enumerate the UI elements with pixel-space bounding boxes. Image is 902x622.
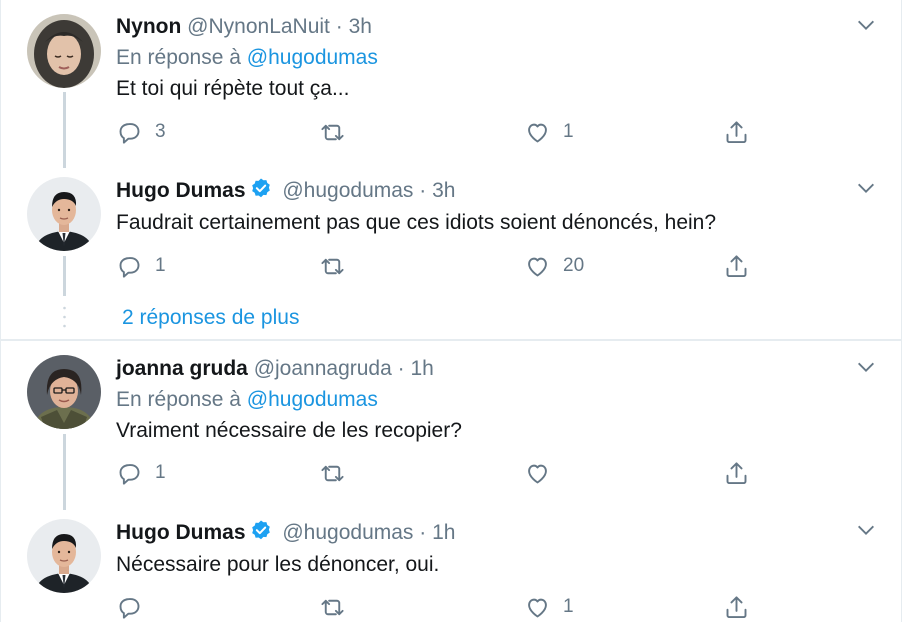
retweet-button[interactable]: [319, 458, 358, 488]
reply-count: 1: [155, 462, 166, 483]
avatar[interactable]: [27, 177, 101, 251]
retweet-button[interactable]: [319, 251, 358, 281]
like-button[interactable]: 20: [524, 251, 584, 281]
timestamp[interactable]: 1h: [432, 521, 455, 544]
tweet-header: Hugo Dumas @hugodumas · 1h: [116, 519, 455, 546]
share-icon: [726, 254, 747, 277]
verified-badge-icon: [251, 520, 270, 540]
reply-prefix: En réponse à: [116, 388, 241, 411]
share-icon: [726, 595, 747, 618]
user-handle[interactable]: @hugodumas: [282, 179, 413, 202]
thread-connector: [63, 92, 66, 168]
reply-context: En réponse à @hugodumas: [116, 387, 378, 413]
reply-icon: [119, 256, 140, 278]
user-handle[interactable]: @joannagruda: [254, 357, 392, 380]
tweet-text: Nécessaire pour les dénoncer, oui.: [116, 553, 440, 576]
chevron-down-icon[interactable]: [855, 519, 877, 541]
display-name[interactable]: joanna gruda: [116, 357, 248, 380]
tweet-text: Et toi qui répète tout ça...: [116, 77, 350, 100]
verified-badge-icon: [251, 178, 270, 198]
heart-icon: [528, 123, 547, 142]
reply-count: 1: [155, 255, 166, 276]
heart-icon: [528, 598, 547, 617]
retweet-icon: [321, 258, 344, 274]
like-button[interactable]: [524, 458, 563, 488]
chevron-down-icon[interactable]: [855, 14, 877, 36]
reply-context: En réponse à @hugodumas: [116, 45, 378, 71]
share-button[interactable]: [723, 117, 750, 147]
retweet-icon: [321, 124, 344, 140]
reply-mention-link[interactable]: @hugodumas: [247, 388, 378, 411]
reply-prefix: En réponse à: [116, 46, 241, 69]
share-button[interactable]: [723, 592, 750, 622]
like-count: 1: [563, 596, 574, 617]
avatar[interactable]: [27, 14, 101, 88]
thread-connector: [63, 434, 66, 510]
tweet-actions: 1: [116, 592, 756, 622]
avatar[interactable]: [27, 355, 101, 429]
display-name[interactable]: Hugo Dumas: [116, 179, 246, 202]
reply-count: 3: [155, 121, 166, 142]
retweet-button[interactable]: [319, 117, 358, 147]
separator-dot: ·: [335, 15, 343, 38]
reply-icon: [119, 597, 140, 619]
reply-button[interactable]: 3: [116, 117, 166, 147]
heart-icon: [528, 464, 547, 483]
thread-connector: [63, 256, 66, 296]
show-more-replies-link[interactable]: 2 réponses de plus: [122, 305, 299, 331]
tweet-text: Vraiment nécessaire de les recopier?: [116, 419, 462, 442]
share-icon: [726, 461, 747, 484]
display-name[interactable]: Hugo Dumas: [116, 521, 246, 544]
retweet-button[interactable]: [319, 592, 358, 622]
like-count: 20: [563, 255, 585, 276]
chevron-down-icon[interactable]: [855, 356, 877, 378]
reply-button[interactable]: [116, 592, 155, 622]
retweet-icon: [321, 599, 344, 615]
timestamp[interactable]: 3h: [349, 15, 372, 38]
like-button[interactable]: 1: [524, 117, 574, 147]
reply-button[interactable]: 1: [116, 251, 166, 281]
conversation-thread: Nynon @NynonLaNuit · 3h En réponse à @hu…: [0, 0, 902, 622]
reply-icon: [119, 122, 140, 144]
timestamp[interactable]: 1h: [410, 357, 433, 380]
retweet-icon: [321, 465, 344, 481]
share-button[interactable]: [723, 251, 750, 281]
tweet-actions: 3 1: [116, 117, 756, 147]
separator-dot: ·: [419, 179, 427, 202]
timestamp[interactable]: 3h: [432, 179, 455, 202]
reply-button[interactable]: 1: [116, 458, 166, 488]
tweet-actions: 1: [116, 458, 756, 488]
thread-dots-icon: [63, 306, 66, 328]
user-handle[interactable]: @NynonLaNuit: [187, 15, 330, 38]
user-handle[interactable]: @hugodumas: [282, 521, 413, 544]
like-button[interactable]: 1: [524, 592, 574, 622]
reply-icon: [119, 463, 140, 485]
reply-mention-link[interactable]: @hugodumas: [247, 46, 378, 69]
share-button[interactable]: [723, 458, 750, 488]
divider: [1, 339, 901, 341]
display-name[interactable]: Nynon: [116, 15, 181, 38]
heart-icon: [528, 257, 547, 276]
chevron-down-icon[interactable]: [855, 177, 877, 199]
tweet-text: Faudrait certainement pas que ces idiots…: [116, 211, 717, 234]
tweet-actions: 1 20: [116, 251, 756, 281]
separator-dot: ·: [419, 521, 427, 544]
tweet-header: Nynon @NynonLaNuit · 3h: [116, 14, 372, 40]
like-count: 1: [563, 121, 574, 142]
avatar[interactable]: [27, 519, 101, 593]
share-icon: [726, 120, 747, 143]
tweet-header: joanna gruda @joannagruda · 1h: [116, 356, 434, 382]
separator-dot: ·: [397, 357, 405, 380]
tweet-header: Hugo Dumas @hugodumas · 3h: [116, 177, 455, 204]
